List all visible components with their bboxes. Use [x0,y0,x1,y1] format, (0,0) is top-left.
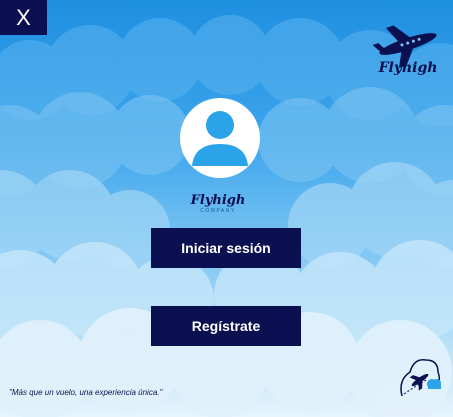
login-window: X Flyhigh Flyhigh COMPANY Iniciar sesión… [0,0,453,417]
login-button[interactable]: Iniciar sesión [151,228,301,268]
tagline: "Más que un vuelo, una experiencia única… [9,388,163,397]
brand-name: Flyhigh [190,193,246,208]
plane-cloud-icon [400,359,441,397]
register-button[interactable]: Regístrate [151,306,301,346]
close-button[interactable]: X [0,0,47,35]
brand-subtitle: COMPANY [200,208,236,214]
corner-brand-name: Flyhigh [378,60,438,76]
user-icon [180,98,260,178]
